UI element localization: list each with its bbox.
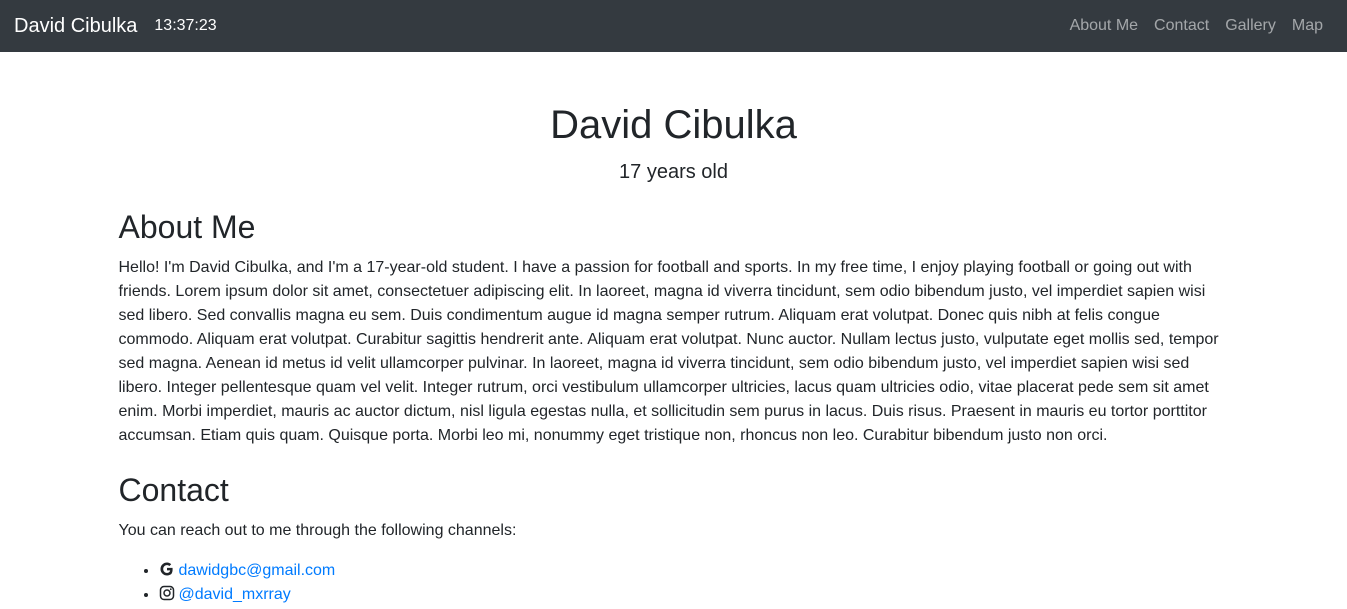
nav-link-map[interactable]: Map <box>1292 17 1323 35</box>
email-link[interactable]: dawidgbc@gmail.com <box>179 562 336 579</box>
about-text: Hello! I'm David Cibulka, and I'm a 17-y… <box>118 259 1219 444</box>
contact-section: Contact You can reach out to me through … <box>119 471 1229 607</box>
navbar-left: David Cibulka 13:37:23 <box>14 15 217 38</box>
top-navbar: David Cibulka 13:37:23 About Me Contact … <box>0 0 1347 52</box>
page-title: David Cibulka <box>550 103 797 147</box>
contact-item-email: dawidgbc@gmail.com <box>159 559 1229 583</box>
nav-link-gallery[interactable]: Gallery <box>1225 17 1276 35</box>
instagram-link[interactable]: @david_mxrray <box>179 586 291 603</box>
contact-item-instagram: @david_mxrray <box>159 583 1229 607</box>
nav-link-about-me[interactable]: About Me <box>1070 17 1138 35</box>
instagram-icon <box>159 585 174 601</box>
hero-section: David Cibulka 17 years old <box>119 52 1229 184</box>
about-heading: About Me <box>118 209 256 245</box>
contact-heading: Contact <box>118 472 229 508</box>
age-subtitle: 17 years old <box>619 161 728 183</box>
main-content: David Cibulka 17 years old About Me Hell… <box>119 52 1229 607</box>
about-section: About Me Hello! I'm David Cibulka, and I… <box>119 208 1229 448</box>
brand-link[interactable]: David Cibulka <box>14 15 137 38</box>
nav-link-contact[interactable]: Contact <box>1154 17 1209 35</box>
clock-display: 13:37:23 <box>154 17 217 34</box>
google-icon <box>160 562 173 576</box>
contact-intro: You can reach out to me through the foll… <box>118 522 517 539</box>
contact-list: dawidgbc@gmail.com @david_mxrray <box>119 559 1229 607</box>
nav-links: About Me Contact Gallery Map <box>1054 17 1323 35</box>
